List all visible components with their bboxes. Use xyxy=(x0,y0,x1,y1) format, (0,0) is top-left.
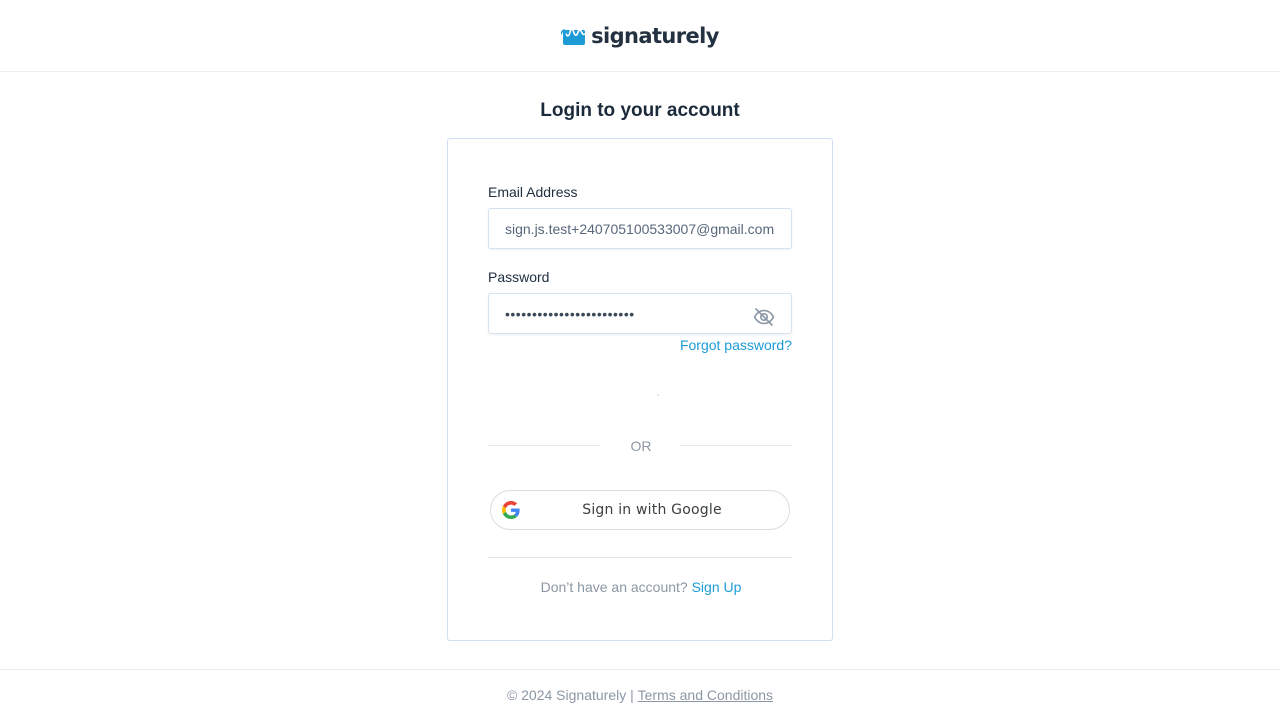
loading-indicator xyxy=(657,394,659,396)
page-title: Login to your account xyxy=(540,100,740,121)
page-footer: © 2024 Signaturely | Terms and Condition… xyxy=(0,669,1280,720)
password-input[interactable] xyxy=(488,293,792,334)
login-card: Email Address Password Forgot password? … xyxy=(447,138,833,641)
google-sign-in-button[interactable]: Sign in with Google xyxy=(490,490,790,530)
signature-wave-icon xyxy=(560,25,588,47)
email-label: Email Address xyxy=(488,184,578,200)
terms-and-conditions-link[interactable]: Terms and Conditions xyxy=(638,687,773,703)
or-divider-right xyxy=(680,445,792,446)
email-input[interactable] xyxy=(488,208,792,249)
eye-slash-icon[interactable] xyxy=(752,305,776,329)
forgot-password-link[interactable]: Forgot password? xyxy=(488,337,792,353)
signup-row: Don’t have an account? Sign Up xyxy=(448,579,834,595)
password-label: Password xyxy=(488,269,550,285)
sign-up-link[interactable]: Sign Up xyxy=(692,579,742,595)
card-divider xyxy=(488,557,792,558)
signaturely-logo[interactable]: signaturely xyxy=(560,21,719,51)
google-button-label: Sign in with Google xyxy=(582,502,722,518)
signup-prompt: Don’t have an account? xyxy=(540,579,688,595)
top-header: signaturely xyxy=(0,0,1280,72)
or-label: OR xyxy=(630,438,652,454)
google-g-icon xyxy=(502,501,520,519)
brand-name: signaturely xyxy=(591,23,719,48)
copyright-text: © 2024 Signaturely | xyxy=(506,687,634,703)
